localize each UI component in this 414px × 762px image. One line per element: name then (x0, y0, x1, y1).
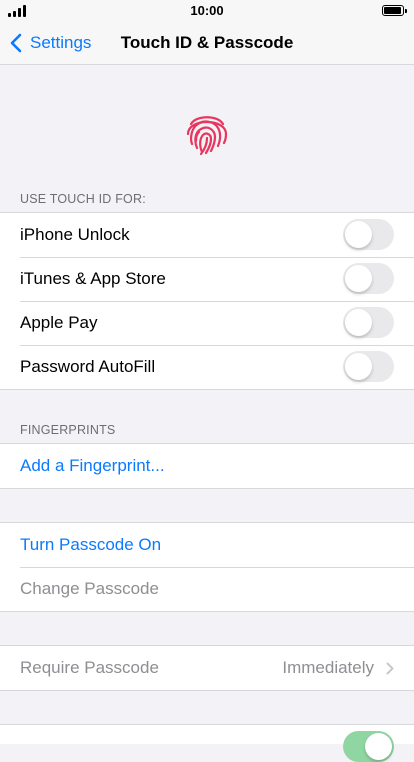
passcode-group: Turn Passcode On Change Passcode (0, 522, 414, 612)
require-passcode-label: Require Passcode (20, 658, 159, 677)
fingerprints-section-header: FINGERPRINTS (20, 423, 116, 437)
navigation-bar: Settings Touch ID & Passcode (0, 22, 414, 65)
status-bar: 10:00 (0, 0, 414, 22)
iphone-unlock-label: iPhone Unlock (20, 225, 130, 244)
password-autofill-toggle[interactable] (343, 351, 394, 382)
add-fingerprint-row[interactable]: Add a Fingerprint... (0, 444, 414, 488)
require-passcode-group: Require Passcode Immediately (0, 645, 414, 691)
itunes-app-store-row: iTunes & App Store (0, 257, 414, 301)
iphone-unlock-row: iPhone Unlock (0, 213, 414, 257)
status-time: 10:00 (190, 3, 224, 18)
change-passcode-label: Change Passcode (20, 579, 159, 598)
iphone-unlock-toggle[interactable] (343, 219, 394, 250)
add-fingerprint-link[interactable]: Add a Fingerprint... (20, 456, 165, 476)
require-passcode-row: Require Passcode Immediately (0, 646, 414, 690)
fingerprints-group: Add a Fingerprint... (0, 443, 414, 489)
change-passcode-row: Change Passcode (0, 567, 414, 611)
apple-pay-label: Apple Pay (20, 313, 98, 332)
turn-passcode-on-link[interactable]: Turn Passcode On (20, 535, 161, 555)
apple-pay-toggle[interactable] (343, 307, 394, 338)
partial-group (0, 724, 414, 762)
fingerprint-icon (182, 108, 232, 158)
page-title: Touch ID & Passcode (120, 33, 294, 52)
turn-passcode-on-row[interactable]: Turn Passcode On (0, 523, 414, 567)
touch-id-section-header: USE TOUCH ID FOR: (20, 192, 146, 206)
password-autofill-row: Password AutoFill (0, 345, 414, 389)
chevron-right-icon (386, 662, 394, 675)
itunes-app-store-label: iTunes & App Store (20, 269, 166, 288)
touch-id-group: iPhone Unlock iTunes & App Store Apple P… (0, 212, 414, 390)
apple-pay-row: Apple Pay (0, 301, 414, 345)
password-autofill-label: Password AutoFill (20, 357, 156, 376)
battery-icon (382, 5, 407, 16)
require-passcode-value: Immediately (282, 658, 374, 677)
itunes-app-store-toggle[interactable] (343, 263, 394, 294)
